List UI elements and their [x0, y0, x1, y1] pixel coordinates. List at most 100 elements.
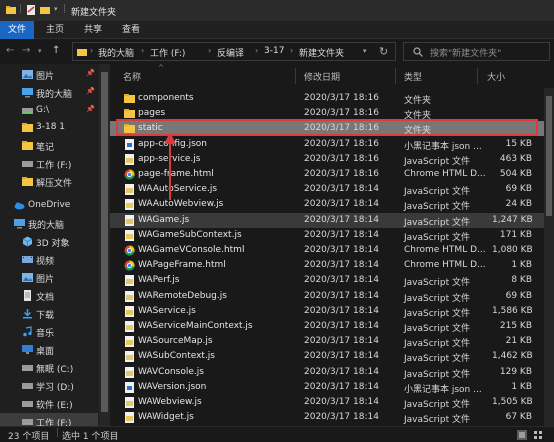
pin-icon[interactable]: 📌: [86, 69, 95, 77]
back-icon[interactable]: ←: [6, 45, 14, 56]
js-file-icon: [124, 321, 135, 332]
sidebar-item[interactable]: 3-18 1: [0, 119, 98, 137]
forward-icon[interactable]: →: [22, 45, 30, 56]
js-file-icon: [124, 336, 135, 348]
file-date: 2020/3/17 18:16: [304, 138, 379, 149]
tab-home[interactable]: 主页: [40, 21, 70, 39]
sidebar-item[interactable]: 無眠 (C:): [0, 359, 98, 377]
sidebar-item[interactable]: 图片: [0, 269, 98, 287]
tab-view[interactable]: 查看: [116, 21, 146, 39]
js-file-icon: [124, 290, 135, 302]
file-date: 2020/3/17 18:14: [304, 412, 379, 423]
column-header-size[interactable]: 大小: [487, 70, 505, 83]
sidebar-item[interactable]: 文档: [0, 287, 98, 305]
file-date: 2020/3/17 18:14: [304, 275, 379, 286]
folder-icon: [124, 93, 135, 104]
sidebar-item-label: 桌面: [36, 347, 55, 357]
file-date: 2020/3/17 18:14: [304, 260, 379, 271]
tab-share[interactable]: 共享: [78, 21, 108, 39]
pin-icon[interactable]: 📌: [86, 87, 95, 95]
pin-icon[interactable]: 📌: [86, 105, 95, 113]
sidebar-item[interactable]: 音乐: [0, 323, 98, 341]
scrollbar-thumb[interactable]: [546, 96, 552, 216]
breadcrumb-current[interactable]: 新建文件夹: [299, 46, 344, 59]
sidebar-item[interactable]: 工作 (F:): [0, 413, 98, 426]
file-row[interactable]: WAVersion.json 2020/3/17 18:14 小黑记事本 json …: [110, 380, 544, 395]
up-icon[interactable]: ↑: [52, 45, 60, 56]
music-icon: [22, 326, 33, 337]
recent-locations-icon[interactable]: ▾: [38, 47, 42, 55]
file-size: 1 KB: [511, 260, 532, 271]
drive-icon: [22, 398, 33, 409]
file-row[interactable]: WAPageFrame.html 2020/3/17 18:14 Chrome HT…: [110, 258, 544, 273]
breadcrumb-item[interactable]: 我的大脑: [98, 46, 134, 59]
column-header-type[interactable]: 类型: [404, 70, 422, 83]
search-box[interactable]: 搜索"新建文件夹": [403, 42, 550, 61]
file-row[interactable]: WASourceMap.js 2020/3/17 18:14 JavaScript …: [110, 334, 544, 349]
file-row[interactable]: WAPerf.js 2020/3/17 18:14 JavaScript 文件 8 K…: [110, 273, 544, 288]
sidebar-item[interactable]: 我的大脑 📌: [0, 84, 98, 102]
properties-icon[interactable]: [26, 5, 36, 15]
file-row[interactable]: WAService.js 2020/3/17 18:14 JavaScript 文件…: [110, 304, 544, 319]
file-date: 2020/3/17 18:14: [304, 184, 379, 195]
column-divider[interactable]: [295, 68, 296, 84]
pc-icon: [22, 87, 33, 98]
chrome-icon: [124, 169, 135, 180]
sidebar-item[interactable]: 笔记: [0, 137, 98, 155]
file-name: WAGame.js: [138, 214, 190, 225]
file-type: JavaScript 文件: [404, 369, 470, 380]
sidebar-item[interactable]: 学习 (D:): [0, 377, 98, 395]
breadcrumb-separator: ›: [208, 46, 212, 55]
details-view-icon[interactable]: [517, 430, 527, 440]
column-divider[interactable]: [395, 68, 396, 84]
file-row[interactable]: WAWidget.js 2020/3/17 18:14 JavaScript 文件 6…: [110, 410, 544, 425]
address-bar[interactable]: › 我的大脑 › 工作 (F:) › 反编译 › 3-17 › 新建文件夹 ▾ …: [72, 42, 396, 61]
file-row[interactable]: WAVConsole.js 2020/3/17 18:14 JavaScript 文…: [110, 365, 544, 380]
file-list-scrollbar[interactable]: [544, 88, 554, 426]
file-type: JavaScript 文件: [404, 156, 470, 167]
file-row[interactable]: components 2020/3/17 18:16 文件夹: [110, 91, 544, 106]
file-row[interactable]: WARemoteDebug.js 2020/3/17 18:14 JavaScrip…: [110, 289, 544, 304]
sidebar-item-label: OneDrive: [28, 200, 71, 210]
breadcrumb-item[interactable]: 3-17: [264, 46, 284, 56]
column-divider[interactable]: [477, 68, 478, 84]
column-header-date[interactable]: 修改日期: [304, 70, 340, 83]
sidebar-item[interactable]: 软件 (E:): [0, 395, 98, 413]
column-header-name[interactable]: 名称: [123, 70, 141, 83]
file-row[interactable]: WAGameSubContext.js 2020/3/17 18:14 JavaSc…: [110, 228, 544, 243]
address-dropdown-icon[interactable]: ▾: [363, 47, 367, 55]
pictures-icon: [22, 69, 33, 80]
cloud-icon: [14, 200, 25, 211]
sidebar-item[interactable]: G:\ 📌: [0, 102, 98, 120]
tab-file[interactable]: 文件: [0, 21, 34, 39]
sidebar-item[interactable]: 图片 📌: [0, 66, 98, 84]
sidebar-item[interactable]: 视频: [0, 251, 98, 269]
file-row[interactable]: WAGame.js 2020/3/17 18:14 JavaScript 文件 1,2…: [110, 212, 544, 228]
file-row[interactable]: WASubContext.js 2020/3/17 18:14 JavaScript…: [110, 349, 544, 364]
large-icons-view-icon[interactable]: [533, 430, 543, 440]
sidebar-item[interactable]: 桌面: [0, 341, 98, 359]
file-row[interactable]: WAGameVConsole.html 2020/3/17 18:14 Chrome…: [110, 243, 544, 258]
file-name: pages: [138, 108, 166, 119]
new-folder-icon[interactable]: [40, 5, 50, 15]
file-type: JavaScript 文件: [404, 187, 470, 198]
sidebar-item[interactable]: 下载: [0, 305, 98, 323]
file-date: 2020/3/17 18:16: [304, 169, 379, 179]
quick-access-dropdown-icon[interactable]: ▾: [54, 5, 58, 13]
sidebar-item[interactable]: 3D 对象: [0, 233, 98, 251]
file-row[interactable]: WAWebview.js 2020/3/17 18:14 JavaScript 文件…: [110, 395, 544, 410]
file-size: 67 KB: [505, 412, 532, 423]
file-type: Chrome HTML D...: [404, 169, 486, 179]
sidebar-item[interactable]: OneDrive: [0, 197, 98, 215]
sidebar-item[interactable]: 工作 (F:): [0, 155, 98, 173]
file-name: WAAutoWebview.js: [138, 199, 224, 210]
js-file-icon: [124, 275, 135, 287]
breadcrumb-item[interactable]: 反编译: [217, 46, 244, 59]
breadcrumb-item[interactable]: 工作 (F:): [150, 46, 185, 59]
sidebar-scrollbar[interactable]: [99, 64, 110, 426]
refresh-icon[interactable]: ↻: [379, 45, 388, 58]
sidebar-item[interactable]: 解压文件: [0, 173, 98, 191]
file-row[interactable]: WAServiceMainContext.js 2020/3/17 18:14 Ja…: [110, 319, 544, 334]
sidebar-item[interactable]: 我的大脑: [0, 215, 98, 233]
scrollbar-thumb[interactable]: [101, 72, 108, 412]
